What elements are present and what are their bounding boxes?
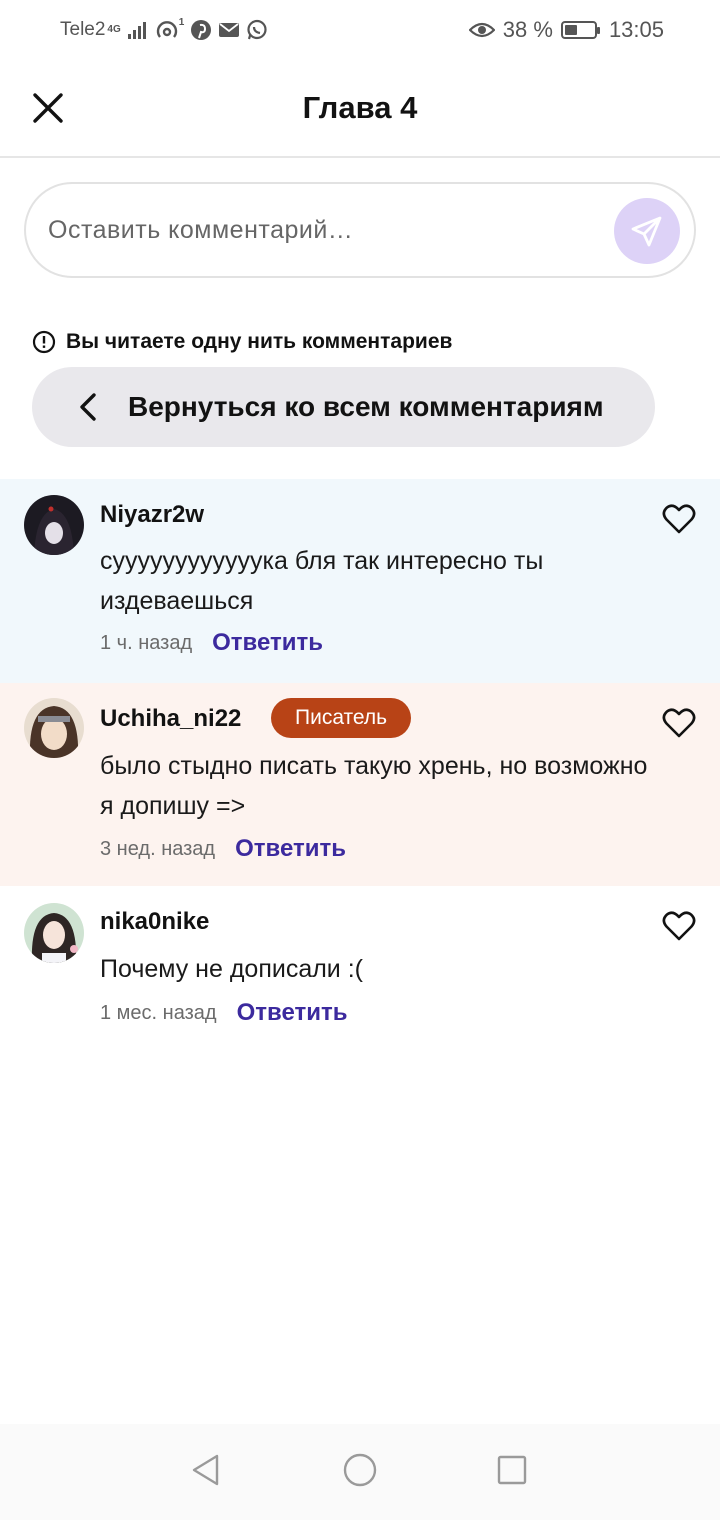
comment-input[interactable] bbox=[48, 208, 608, 252]
timestamp: 1 мес. назад bbox=[100, 1001, 217, 1024]
send-icon bbox=[631, 216, 662, 247]
comment-meta: 3 нед. назад Ответить bbox=[100, 835, 346, 863]
status-right: 38 % 13:05 bbox=[468, 17, 664, 43]
triangle-back-icon bbox=[192, 1454, 219, 1486]
page-title: Глава 4 bbox=[302, 90, 418, 125]
timestamp: 1 ч. назад bbox=[100, 631, 193, 654]
signal-icon bbox=[127, 20, 149, 40]
nav-back-button[interactable] bbox=[186, 1450, 226, 1490]
comment-item: Niyazr2w суууууууууууука бля так интерес… bbox=[0, 479, 720, 683]
comment-text: суууууууууууука бля так интересно ты изд… bbox=[100, 547, 544, 615]
status-left: Tele2 4G 1 bbox=[60, 18, 268, 42]
comment-meta: 1 мес. назад Ответить bbox=[100, 999, 347, 1027]
send-button[interactable] bbox=[614, 198, 680, 264]
username[interactable]: Uchiha_ni22 bbox=[100, 705, 241, 733]
comment-text: было стыдно писать такую хрень, но возмо… bbox=[100, 752, 648, 820]
eye-icon bbox=[468, 21, 495, 39]
chevron-left-icon bbox=[78, 391, 102, 423]
hotspot-count: 1 bbox=[178, 17, 185, 28]
nav-recents-button[interactable] bbox=[492, 1450, 532, 1490]
status-bar: Tele2 4G 1 38 % 13:05 bbox=[0, 0, 720, 62]
system-nav-bar bbox=[0, 1424, 720, 1520]
circle-home-icon bbox=[343, 1453, 377, 1487]
username[interactable]: nika0nike bbox=[100, 908, 209, 936]
heart-icon[interactable] bbox=[662, 910, 696, 942]
pinterest-icon bbox=[190, 19, 212, 41]
avatar[interactable] bbox=[24, 495, 84, 555]
timestamp: 3 нед. назад bbox=[100, 837, 216, 860]
comment-box bbox=[24, 182, 696, 278]
carrier-label: Tele2 bbox=[60, 19, 106, 40]
comment-text: Почему не дописали :( bbox=[100, 955, 363, 983]
thread-notice-text: Вы читаете одну нить комментариев bbox=[66, 330, 453, 353]
mail-icon bbox=[218, 21, 240, 39]
back-label: Вернуться ко всем комментариям bbox=[128, 391, 604, 422]
reply-button[interactable]: Ответить bbox=[237, 999, 348, 1027]
hotspot-icon bbox=[155, 18, 181, 42]
battery-icon bbox=[560, 21, 600, 39]
network-type: 4G bbox=[107, 24, 121, 35]
avatar[interactable] bbox=[24, 903, 84, 963]
header: Глава 4 bbox=[0, 62, 720, 158]
clock: 13:05 bbox=[608, 17, 664, 42]
thread-notice: Вы читаете одну нить комментариев bbox=[32, 330, 452, 354]
heart-icon[interactable] bbox=[662, 503, 696, 535]
reply-button[interactable]: Ответить bbox=[235, 835, 346, 863]
back-to-all-comments-button[interactable]: Вернуться ко всем комментариям bbox=[32, 367, 655, 447]
reply-button[interactable]: Ответить bbox=[212, 629, 323, 657]
battery-percent: 38 % bbox=[502, 17, 553, 42]
whatsapp-icon bbox=[246, 19, 268, 41]
nav-home-button[interactable] bbox=[340, 1450, 380, 1490]
battery-level bbox=[564, 25, 578, 35]
heart-icon[interactable] bbox=[662, 707, 696, 739]
square-recents-icon bbox=[497, 1455, 527, 1485]
comment-meta: 1 ч. назад Ответить bbox=[100, 629, 323, 657]
comment-item: nika0nike Почему не дописали :( 1 мес. н… bbox=[0, 886, 720, 1046]
info-icon bbox=[32, 330, 56, 354]
comment-item: Uchiha_ni22 Писатель было стыдно писать … bbox=[0, 683, 720, 886]
username[interactable]: Niyazr2w bbox=[100, 501, 204, 529]
avatar[interactable] bbox=[24, 698, 84, 758]
writer-badge: Писатель bbox=[271, 698, 412, 738]
